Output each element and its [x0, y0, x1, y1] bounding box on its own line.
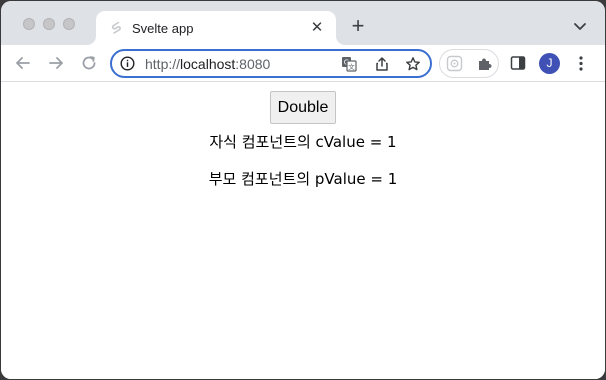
tab-title: Svelte app	[132, 21, 194, 36]
double-button[interactable]: Double	[270, 91, 336, 124]
tab-close-icon[interactable]: ✕	[308, 19, 326, 37]
forward-icon[interactable]	[47, 54, 65, 72]
translate-icon[interactable]: G 文	[341, 56, 357, 72]
svg-text:文: 文	[348, 62, 355, 71]
extensions-group	[439, 49, 499, 78]
puzzle-icon[interactable]	[476, 55, 493, 72]
tab-strip: Svelte app ✕ +	[1, 1, 605, 45]
reload-icon[interactable]	[80, 54, 98, 72]
toolbar: http://localhost:8080 G 文	[1, 45, 605, 82]
browser-window: Svelte app ✕ + http://localhost:8080 文 J…	[1, 1, 605, 379]
zoom-window-button[interactable]	[63, 18, 75, 30]
side-panel-icon[interactable]	[510, 55, 526, 71]
svelte-favicon-icon	[111, 21, 121, 34]
new-tab-button[interactable]: +	[348, 15, 368, 37]
parent-value-text: 부모 컴포넌트의 pValue = 1	[208, 170, 398, 188]
chevron-down-icon[interactable]	[571, 17, 589, 35]
bookmark-star-icon[interactable]	[405, 56, 421, 72]
page-content: Double 자식 컴포넌트의 cValue = 1 부모 컴포넌트의 pVal…	[1, 83, 605, 379]
extension-icon[interactable]	[446, 55, 463, 72]
child-value-text: 자식 컴포넌트의 cValue = 1	[209, 133, 397, 151]
more-menu-icon[interactable]	[577, 55, 585, 72]
site-info-icon[interactable]	[120, 56, 135, 71]
url-scheme: http://	[145, 56, 181, 72]
back-icon[interactable]	[14, 54, 32, 72]
address-bar[interactable]: http://localhost:8080 G 文	[110, 49, 432, 78]
tab-svelte-app[interactable]: Svelte app ✕	[96, 11, 336, 45]
profile-avatar[interactable]: J	[539, 53, 560, 74]
share-icon[interactable]	[374, 56, 390, 72]
close-window-button[interactable]	[23, 18, 35, 30]
url-port: :8080	[235, 56, 271, 72]
url-text[interactable]: http://localhost:8080	[145, 56, 270, 72]
url-host: localhost	[180, 56, 236, 72]
minimize-window-button[interactable]	[43, 18, 55, 30]
